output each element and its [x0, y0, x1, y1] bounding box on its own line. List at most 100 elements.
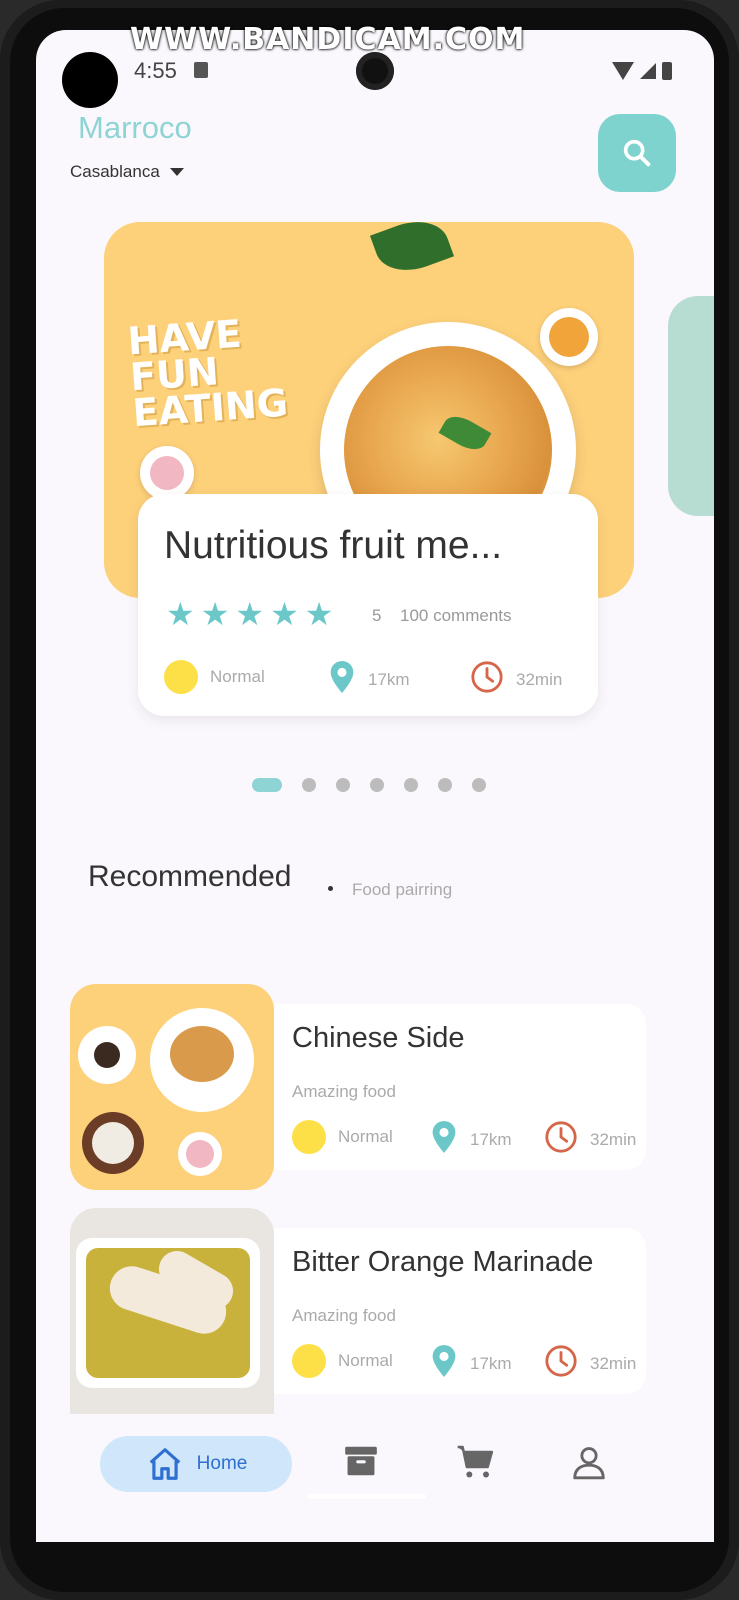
- profile-icon: [573, 1447, 605, 1480]
- star-icon: ★: [200, 596, 230, 632]
- difficulty-meta: Normal: [164, 660, 265, 694]
- status-time: 4:55: [134, 58, 177, 83]
- star-icon: ★: [166, 596, 195, 632]
- time-meta: 32min: [544, 1120, 636, 1159]
- item-title: Chinese Side: [292, 1022, 465, 1054]
- banner-line: EATING: [131, 380, 290, 436]
- next-banner-peek[interactable]: [668, 296, 714, 516]
- battery-icon: [662, 62, 672, 80]
- sd-card-icon: [194, 62, 208, 78]
- distance-label: 17km: [470, 1353, 512, 1373]
- difficulty-label: Normal: [210, 667, 265, 686]
- cupcake-frosting: [186, 1140, 214, 1168]
- distance-meta: 17km: [430, 1344, 512, 1383]
- difficulty-meta: Normal: [292, 1344, 393, 1378]
- nav-profile-tab[interactable]: [570, 1442, 608, 1487]
- list-item[interactable]: Chinese Side Amazing food Normal 17km 32…: [70, 984, 646, 1190]
- comments-count: 100 comments: [400, 606, 512, 625]
- coffee-cup-image: [78, 1026, 136, 1084]
- rating-value: 5: [372, 606, 382, 625]
- recording-watermark: WWW.BANDICAM.COM: [130, 22, 526, 57]
- dessert-image: [82, 1112, 144, 1174]
- app-title: Marroco: [78, 110, 192, 145]
- separator-dot: [328, 886, 333, 891]
- star-icon: ★: [304, 596, 334, 632]
- time-label: 32min: [516, 669, 563, 689]
- clock-icon: [544, 1120, 578, 1159]
- search-icon: [623, 139, 651, 167]
- app-screen: 4:55 Marroco Casablanca HAVE FUN EATING: [36, 30, 714, 1542]
- pager-dot[interactable]: [472, 778, 486, 792]
- cupcake-image: [140, 446, 194, 500]
- distance-label: 17km: [470, 1129, 512, 1149]
- food-image: [70, 984, 274, 1190]
- item-subtitle: Amazing food: [292, 1082, 396, 1101]
- banner-slogan: HAVE FUN EATING: [126, 312, 290, 436]
- time-label: 32min: [590, 1129, 637, 1149]
- item-body: Bitter Orange Marinade Amazing food Norm…: [274, 1228, 646, 1394]
- honey-bowl-image: [540, 308, 598, 366]
- front-camera: [356, 52, 394, 90]
- dessert-cream: [92, 1122, 134, 1164]
- status-icons: [612, 62, 672, 80]
- item-title: Bitter Orange Marinade: [292, 1246, 594, 1278]
- featured-info-card[interactable]: Nutritious fruit me... ★ ★ ★ ★ ★ 5 100 c…: [138, 494, 598, 716]
- pager-dot[interactable]: [438, 778, 452, 792]
- distance-meta: 17km: [430, 1120, 512, 1159]
- distance-label: 17km: [368, 669, 410, 689]
- star-rating: ★ ★ ★ ★ ★: [166, 598, 333, 630]
- wifi-icon: [612, 62, 634, 80]
- difficulty-dot-icon: [292, 1344, 326, 1378]
- plate-image: [150, 1008, 254, 1112]
- pager-dot[interactable]: [404, 778, 418, 792]
- pager-dot[interactable]: [336, 778, 350, 792]
- search-button[interactable]: [598, 114, 676, 192]
- difficulty-meta: Normal: [292, 1120, 393, 1154]
- pager-dot[interactable]: [370, 778, 384, 792]
- pager-dot[interactable]: [302, 778, 316, 792]
- time-meta: 32min: [470, 660, 562, 699]
- coffee-fill: [94, 1042, 120, 1068]
- time-label: 32min: [590, 1353, 637, 1373]
- nav-cart-tab[interactable]: [456, 1442, 496, 1487]
- pancake-image: [170, 1026, 234, 1082]
- item-subtitle: Amazing food: [292, 1306, 396, 1325]
- location-pin-icon: [328, 660, 356, 699]
- herb-garnish: [438, 410, 492, 456]
- cupcake-small-image: [178, 1132, 222, 1176]
- list-item[interactable]: Bitter Orange Marinade Amazing food Norm…: [70, 1208, 646, 1414]
- section-subtitle[interactable]: Food pairring: [352, 880, 452, 900]
- marinade-sauce: [86, 1244, 250, 1378]
- item-body: Chinese Side Amazing food Normal 17km 32…: [274, 1004, 646, 1170]
- difficulty-label: Normal: [338, 1351, 393, 1370]
- archive-icon: [345, 1446, 377, 1476]
- section-title: Recommended: [88, 860, 292, 893]
- nav-archive-tab[interactable]: [342, 1442, 380, 1485]
- difficulty-label: Normal: [338, 1127, 393, 1146]
- nav-home-label: Home: [196, 1453, 248, 1474]
- chevron-down-icon: [169, 168, 184, 176]
- gesture-home-bar[interactable]: [308, 1494, 426, 1499]
- location-selector[interactable]: Casablanca: [70, 162, 184, 182]
- star-icon: ★: [270, 596, 299, 632]
- difficulty-dot-icon: [164, 660, 198, 694]
- distance-meta: 17km: [328, 660, 410, 699]
- featured-title: Nutritious fruit me...: [164, 524, 503, 567]
- time-meta: 32min: [544, 1344, 636, 1383]
- baking-dish-image: [76, 1238, 260, 1388]
- food-image: [70, 1208, 274, 1414]
- nav-home-tab[interactable]: Home: [100, 1436, 292, 1492]
- location-pin-icon: [430, 1344, 458, 1383]
- overlay-dot: [62, 52, 118, 108]
- star-icon: ★: [235, 596, 265, 632]
- clock-icon: [470, 660, 504, 699]
- home-icon: [149, 1448, 180, 1480]
- signal-icon: [640, 63, 656, 79]
- leaf-decoration: [369, 222, 455, 281]
- location-pin-icon: [430, 1120, 458, 1159]
- carousel-pager: [252, 778, 486, 792]
- pager-dot-active[interactable]: [252, 778, 282, 792]
- location-label: Casablanca: [70, 162, 160, 181]
- cart-icon: [457, 1445, 494, 1478]
- difficulty-dot-icon: [292, 1120, 326, 1154]
